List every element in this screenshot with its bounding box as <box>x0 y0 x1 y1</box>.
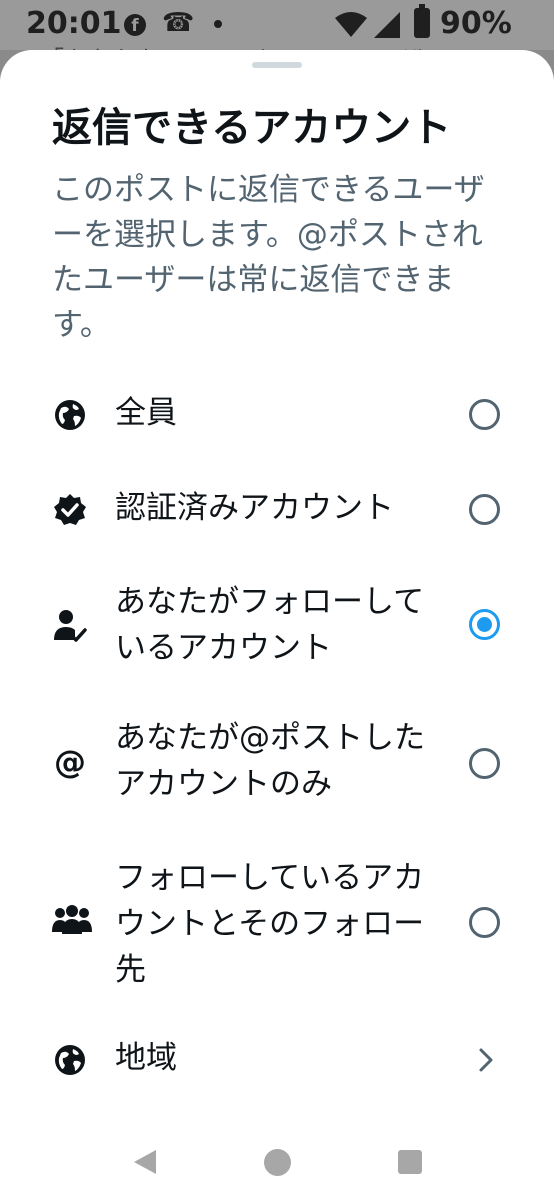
radio-button-selected[interactable] <box>469 609 500 640</box>
missed-call-icon: ☎ <box>162 8 195 38</box>
radio-button[interactable] <box>469 748 500 779</box>
system-navigation-bar <box>0 1124 554 1200</box>
option-following-and-their-follows[interactable]: フォローしているアカウントとそのフォロー先 <box>0 855 554 995</box>
drag-handle[interactable] <box>252 62 302 68</box>
svg-text:@: @ <box>54 744 86 780</box>
at-sign-icon: @ <box>54 744 86 780</box>
option-label: あなたが@ポストしたアカウントのみ <box>115 720 425 802</box>
battery-icon <box>414 4 430 38</box>
option-mentioned-accounts[interactable]: @ あなたが@ポストしたアカウントのみ <box>0 715 554 815</box>
back-icon[interactable] <box>132 1148 158 1176</box>
group-icon <box>52 905 92 934</box>
option-label: フォローしているアカウントとそのフォロー先 <box>115 860 425 988</box>
more-notifications-dot-icon <box>214 20 222 28</box>
option-following-accounts[interactable]: あなたがフォローしているアカウント <box>0 575 554 675</box>
globe-icon <box>55 1045 85 1075</box>
chevron-right-icon[interactable] <box>474 1045 498 1075</box>
recent-apps-icon[interactable] <box>398 1150 422 1174</box>
option-everyone[interactable]: 全員 <box>0 380 554 450</box>
radio-button[interactable] <box>469 907 500 938</box>
reply-settings-sheet: 返信できるアカウント このポストに返信できるユーザーを選択します。@ポストされた… <box>0 50 554 1200</box>
option-label: あなたがフォローしているアカウント <box>115 584 425 666</box>
sheet-title: 返信できるアカウント <box>52 105 452 151</box>
home-icon[interactable] <box>264 1149 291 1176</box>
radio-button[interactable] <box>469 399 500 430</box>
option-region[interactable]: 地域 <box>0 1025 554 1095</box>
status-time: 20:01 <box>26 6 122 41</box>
cellular-signal-icon <box>374 12 400 38</box>
wifi-icon <box>335 12 367 37</box>
option-label: 地域 <box>115 1040 177 1076</box>
sheet-description: このポストに返信できるユーザーを選択します。@ポストされたユーザーは常に返信でき… <box>52 172 485 343</box>
facebook-notification-icon: f <box>124 14 146 36</box>
option-verified-accounts[interactable]: 認証済みアカウント <box>0 475 554 545</box>
radio-button[interactable] <box>469 494 500 525</box>
person-check-icon <box>54 610 87 642</box>
verified-badge-icon <box>54 494 86 525</box>
option-label: 全員 <box>115 395 177 431</box>
battery-percentage: 90% <box>440 6 512 41</box>
option-label: 認証済みアカウント <box>115 490 394 526</box>
globe-icon <box>55 400 85 430</box>
